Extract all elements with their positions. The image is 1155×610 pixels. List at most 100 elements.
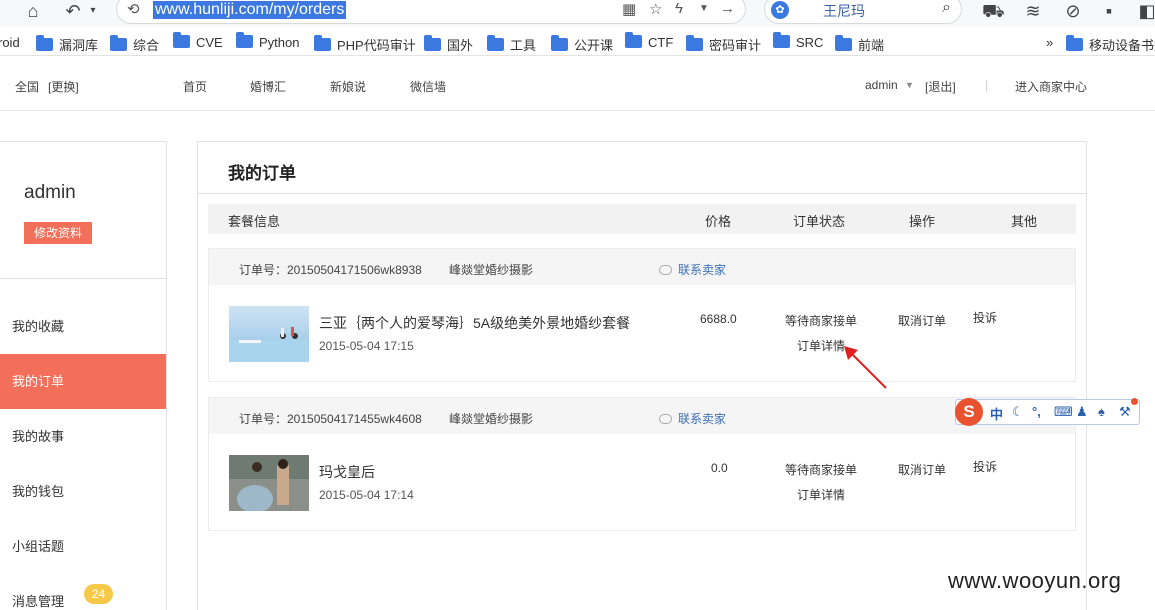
bookmark-item[interactable]: 前端 [835, 35, 884, 54]
bookmark-item[interactable]: 综合 [110, 35, 159, 54]
chat-bubble-icon [659, 414, 672, 424]
product-name-link[interactable]: 玛戈皇后 [319, 462, 375, 482]
folder-icon [314, 35, 331, 51]
wifi-icon[interactable]: ≋ [1022, 0, 1044, 22]
bookmark-item[interactable]: 国外 [424, 35, 473, 54]
go-arrow-icon[interactable]: → [720, 0, 735, 17]
star-icon[interactable]: ☆ [649, 0, 662, 18]
header-divider: | [985, 78, 989, 92]
shop-name[interactable]: 峰燚堂婚纱摄影 [449, 410, 533, 427]
folder-icon [36, 35, 53, 51]
undo-icon[interactable]: ↶ [62, 0, 84, 22]
bookmark-item[interactable]: Python [236, 32, 299, 50]
search-query[interactable]: 王尼玛 [823, 1, 865, 21]
lightning-icon[interactable]: ϟ [675, 0, 683, 17]
folder-icon [686, 35, 703, 51]
dropdown-icon[interactable]: ▼ [699, 3, 709, 14]
bookmark-item[interactable]: 公开课 [551, 35, 613, 54]
page-security-icon[interactable]: ⟲ [127, 0, 140, 18]
cancel-order-button[interactable]: 取消订单 [898, 312, 946, 329]
bookmark-item[interactable]: 漏洞库 [36, 35, 98, 54]
nav-expo[interactable]: 婚博汇 [250, 78, 286, 95]
order-time: 2015-05-04 17:15 [319, 339, 414, 353]
product-thumbnail[interactable] [229, 455, 309, 511]
folder-icon [110, 35, 127, 51]
chevron-down-icon[interactable]: ▼ [905, 80, 914, 90]
table-header: 套餐信息 价格 订单状态 操作 其他 [208, 204, 1076, 234]
contact-seller-link[interactable]: 联系卖家 [659, 261, 726, 278]
merchant-center-link[interactable]: 进入商家中心 [1015, 78, 1087, 95]
order-price: 0.0 [711, 461, 728, 475]
sidebar-username: admin [24, 182, 76, 203]
bookmark-item[interactable]: CVE [173, 32, 223, 50]
ime-toolbar[interactable]: S 中 ☾ °, ⌨ ♟ ♠ ⚒ [955, 398, 1140, 426]
column-other: 其他 [1011, 214, 1038, 229]
home-icon[interactable]: ⌂ [22, 0, 44, 22]
qr-code-icon[interactable]: ▦ [622, 0, 636, 18]
extension-icon[interactable]: ◧ [1136, 0, 1155, 22]
complain-link[interactable]: 投诉 [973, 309, 997, 326]
cloud-folder-icon [1066, 35, 1083, 51]
sidebar-item-orders[interactable]: 我的订单 [0, 354, 166, 409]
contact-seller-link[interactable]: 联系卖家 [659, 410, 726, 427]
order-detail-link[interactable]: 订单详情 [797, 486, 845, 503]
order-number: 订单号：20150504171506wk8938 [239, 263, 422, 277]
sidebar-divider [0, 278, 166, 279]
sidebar-item-messages[interactable]: 消息管理 [0, 574, 166, 610]
folder-icon [551, 35, 568, 51]
skin-shirt-icon[interactable]: ♠ [1098, 404, 1105, 419]
complain-link[interactable]: 投诉 [973, 458, 997, 475]
page-title: 我的订单 [228, 164, 296, 183]
punctuation-icon[interactable]: °, [1032, 404, 1041, 419]
sidebar-item-favorites[interactable]: 我的收藏 [0, 299, 166, 354]
product-name-link[interactable]: 三亚｛两个人的爱琴海｝5A级绝美外景地婚纱套餐 [319, 313, 630, 333]
address-bar[interactable]: ⟲ www.hunliji.com/my/orders ▦ ☆ ϟ ▼ → [116, 0, 746, 24]
wrench-icon[interactable]: ⚒ [1119, 404, 1131, 420]
nav-wechat-wall[interactable]: 微信墙 [410, 78, 446, 95]
column-actions: 操作 [909, 214, 936, 229]
ime-mode-toggle[interactable]: 中 [990, 404, 1003, 423]
baidu-paw-icon[interactable]: ✿ [771, 1, 789, 19]
cancel-order-button[interactable]: 取消订单 [898, 461, 946, 478]
change-region-link[interactable]: [更换] [48, 78, 79, 95]
chat-bubble-icon [659, 265, 672, 275]
bookmark-item[interactable]: SRC [773, 32, 823, 50]
sidebar: admin 修改资料 我的收藏 我的订单 我的故事 我的钱包 小组话题 消息管理… [0, 141, 167, 610]
edit-profile-button[interactable]: 修改资料 [24, 222, 92, 244]
nav-home[interactable]: 首页 [183, 78, 207, 95]
logout-link[interactable]: [退出] [925, 78, 956, 95]
folder-icon [487, 35, 504, 51]
bookmark-item[interactable]: roid [0, 35, 20, 50]
order-time: 2015-05-04 17:14 [319, 488, 414, 502]
user-icon[interactable]: ♟ [1076, 404, 1088, 420]
order-header: 订单号：20150504171455wk4608 峰燚堂婚纱摄影 联系卖家 [209, 398, 1075, 434]
more-bookmarks-button[interactable]: » [1046, 35, 1053, 50]
sidebar-item-group-topics[interactable]: 小组话题 [0, 519, 166, 574]
url-text[interactable]: www.hunliji.com/my/orders [153, 1, 347, 19]
user-menu[interactable]: admin [865, 78, 898, 92]
bookmark-item[interactable]: CTF [625, 32, 673, 50]
block-icon[interactable]: ⊘ [1062, 0, 1084, 22]
cart-icon[interactable]: ⛟ [982, 0, 1005, 22]
sidebar-item-wallet[interactable]: 我的钱包 [0, 464, 166, 519]
search-box[interactable]: ✿ 王尼玛 ⌕ [764, 0, 962, 24]
shop-name[interactable]: 峰燚堂婚纱摄影 [449, 261, 533, 278]
bookmark-item[interactable]: 工具 [487, 35, 536, 54]
nav-bride-talk[interactable]: 新娘说 [330, 78, 366, 95]
order-price: 6688.0 [700, 312, 737, 326]
sogou-logo-icon[interactable]: S [955, 398, 983, 426]
bookmark-item[interactable]: PHP代码审计 [314, 35, 416, 54]
moon-icon[interactable]: ☾ [1012, 404, 1024, 420]
sidebar-item-stories[interactable]: 我的故事 [0, 409, 166, 464]
chevron-down-icon[interactable]: ▾ [82, 0, 104, 22]
watermark: www.wooyun.org [948, 568, 1122, 593]
mobile-bookmarks[interactable]: 移动设备书签 [1066, 35, 1155, 54]
product-thumbnail[interactable] [229, 306, 309, 362]
order-status: 等待商家接单 [785, 463, 858, 477]
folder-icon [173, 32, 190, 48]
keyboard-icon[interactable]: ⌨ [1054, 404, 1073, 420]
search-icon[interactable]: ⌕ [942, 0, 951, 17]
column-status: 订单状态 [793, 214, 846, 229]
apps-grid-icon[interactable]: ▪ [1098, 0, 1120, 22]
bookmark-item[interactable]: 密码审计 [686, 35, 761, 54]
